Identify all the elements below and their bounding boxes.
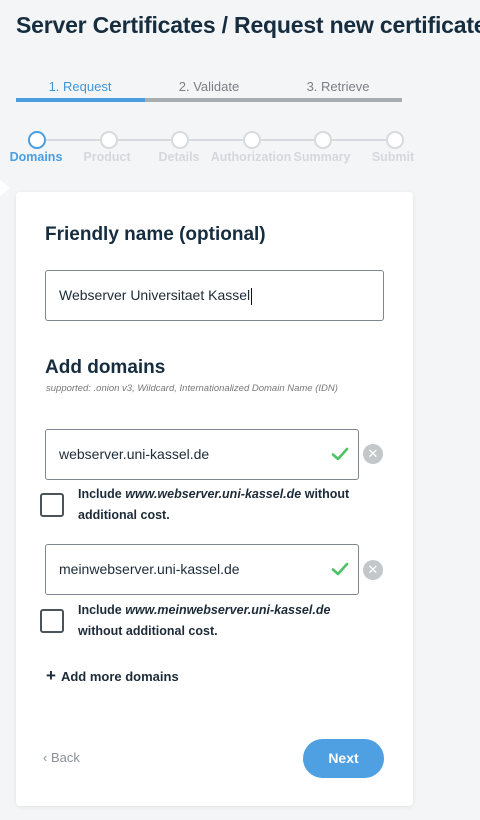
include-www-checkbox-1[interactable] <box>40 493 64 517</box>
plus-icon: + <box>46 666 56 685</box>
step-details-label: Details <box>158 150 200 164</box>
friendly-name-input[interactable]: Webserver Universitaet Kassel <box>45 270 384 321</box>
include-www-label-1: Include www.webserver.uni-kassel.de with… <box>78 487 350 522</box>
tab-request-indicator <box>16 98 145 102</box>
step-product-dot <box>100 131 118 149</box>
domain-input-2[interactable]: meinwebserver.uni-kassel.de <box>45 544 359 595</box>
progress-stepper: Domains Product Details Authorization Su… <box>0 130 480 170</box>
add-domains-hint: supported: .onion v3, Wildcard, Internat… <box>46 383 338 394</box>
step-authorization-dot <box>243 131 261 149</box>
tab-request[interactable]: 1. Request <box>16 78 144 98</box>
domain-value-1: webserver.uni-kassel.de <box>59 446 210 462</box>
card-pointer <box>0 180 10 196</box>
chevron-left-icon: ‹ <box>43 750 48 765</box>
step-details-dot <box>171 131 189 149</box>
valid-check-icon <box>331 562 349 576</box>
step-product-label: Product <box>83 150 131 164</box>
stepper-line <box>44 139 386 141</box>
friendly-name-heading: Friendly name (optional) <box>45 224 266 245</box>
step-authorization-label: Authorization <box>210 150 292 164</box>
request-form-card: Friendly name (optional) Webserver Unive… <box>16 192 413 806</box>
tab-validate[interactable]: 2. Validate <box>145 78 273 98</box>
next-button[interactable]: Next <box>303 739 384 778</box>
close-icon: ✕ <box>367 446 379 461</box>
tab-retrieve[interactable]: 3. Retrieve <box>274 78 402 98</box>
add-domains-heading: Add domains <box>45 357 166 378</box>
step-domains-dot <box>28 131 46 149</box>
domain-input-1[interactable]: webserver.uni-kassel.de <box>45 429 359 480</box>
tab-track <box>145 98 402 102</box>
valid-check-icon <box>331 447 349 461</box>
step-summary-label: Summary <box>293 150 351 164</box>
include-www-checkbox-2[interactable] <box>40 609 64 633</box>
main-tabs: 1. Request 2. Validate 3. Retrieve <box>16 78 402 102</box>
domain-value-2: meinwebserver.uni-kassel.de <box>59 561 240 577</box>
remove-domain-2-button[interactable]: ✕ <box>363 560 383 580</box>
step-submit-label: Submit <box>371 150 415 164</box>
back-button[interactable]: ‹ Back <box>43 750 80 765</box>
add-more-domains-button[interactable]: + Add more domains <box>46 666 179 686</box>
page-title: Server Certificates / Request new certif… <box>16 12 480 38</box>
remove-domain-1-button[interactable]: ✕ <box>363 444 383 464</box>
close-icon: ✕ <box>367 562 379 577</box>
include-www-label-2: Include www.meinwebserver.uni-kassel.de … <box>78 603 331 638</box>
step-domains-label: Domains <box>9 150 63 164</box>
step-summary-dot <box>314 131 332 149</box>
friendly-name-value: Webserver Universitaet Kassel <box>59 287 251 303</box>
step-submit-dot <box>386 131 404 149</box>
text-caret <box>251 287 253 305</box>
